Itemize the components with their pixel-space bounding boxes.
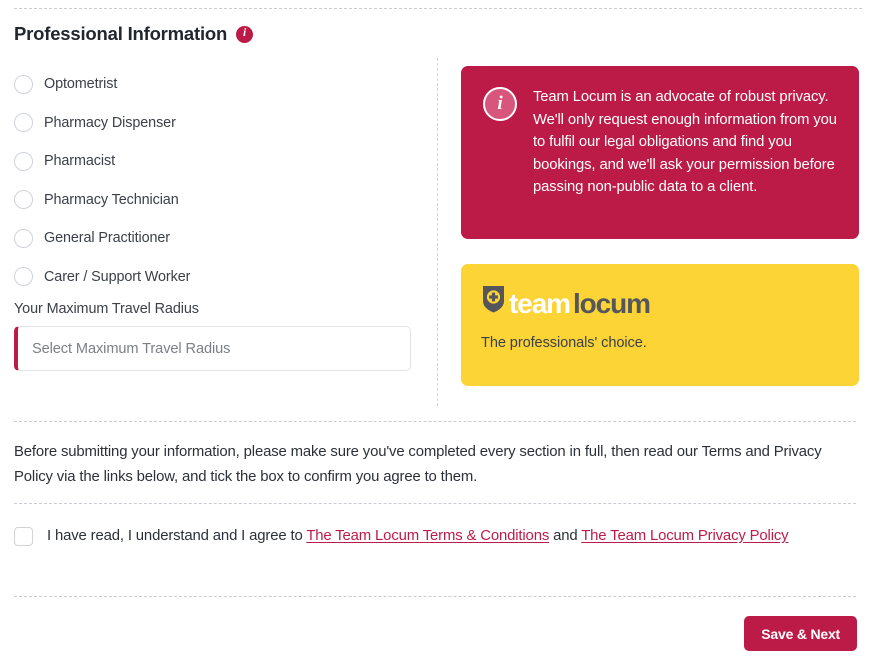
page-title: Professional Information xyxy=(14,23,227,45)
info-icon: i xyxy=(483,87,517,121)
agreement-prefix: I have read, I understand and I agree to xyxy=(47,528,306,544)
radio-circle-icon[interactable] xyxy=(14,113,33,132)
privacy-policy-link[interactable]: The Team Locum Privacy Policy xyxy=(581,528,788,544)
radio-circle-icon[interactable] xyxy=(14,152,33,171)
submission-instructions: Before submitting your information, plea… xyxy=(14,440,852,489)
profession-radio-group: Optometrist Pharmacy Dispenser Pharmacis… xyxy=(14,65,424,296)
brand-tagline: The professionals' choice. xyxy=(481,335,859,351)
travel-radius-placeholder: Select Maximum Travel Radius xyxy=(32,341,230,357)
radio-option-pharmacist[interactable]: Pharmacist xyxy=(14,142,424,181)
brand-logo: teamlocum xyxy=(481,284,859,318)
agreement-row: I have read, I understand and I agree to… xyxy=(14,524,856,548)
radio-option-optometrist[interactable]: Optometrist xyxy=(14,65,424,104)
divider-footer xyxy=(14,596,856,597)
radio-circle-icon[interactable] xyxy=(14,75,33,94)
radio-label: General Practitioner xyxy=(44,230,170,246)
brand-card: teamlocum The professionals' choice. xyxy=(461,264,859,386)
radio-circle-icon[interactable] xyxy=(14,190,33,209)
radio-circle-icon[interactable] xyxy=(14,229,33,248)
brand-name-locum: locum xyxy=(573,290,650,318)
agreement-text: I have read, I understand and I agree to… xyxy=(47,524,788,548)
radio-label: Pharmacy Dispenser xyxy=(44,115,176,131)
radio-option-pharmacy-dispenser[interactable]: Pharmacy Dispenser xyxy=(14,104,424,143)
divider-top xyxy=(14,8,862,9)
radio-circle-icon[interactable] xyxy=(14,267,33,286)
radio-label: Carer / Support Worker xyxy=(44,269,190,285)
radio-option-pharmacy-technician[interactable]: Pharmacy Technician xyxy=(14,181,424,220)
privacy-notice-card: i Team Locum is an advocate of robust pr… xyxy=(461,66,859,239)
professional-information-page: Professional Information i Optometrist P… xyxy=(0,0,870,660)
divider-terms xyxy=(14,503,856,504)
travel-radius-select[interactable]: Select Maximum Travel Radius xyxy=(14,326,411,371)
agreement-checkbox[interactable] xyxy=(14,527,33,546)
radio-option-general-practitioner[interactable]: General Practitioner xyxy=(14,219,424,258)
divider-middle xyxy=(14,421,856,422)
radio-option-carer-support-worker[interactable]: Carer / Support Worker xyxy=(14,258,424,297)
radio-label: Pharmacy Technician xyxy=(44,192,179,208)
brand-name-team: team xyxy=(509,290,570,318)
divider-vertical xyxy=(437,58,438,406)
save-and-next-button[interactable]: Save & Next xyxy=(744,616,857,651)
privacy-notice-text: Team Locum is an advocate of robust priv… xyxy=(533,85,839,239)
travel-radius-label: Your Maximum Travel Radius xyxy=(14,301,411,317)
agreement-conjunction: and xyxy=(549,528,581,544)
terms-conditions-link[interactable]: The Team Locum Terms & Conditions xyxy=(306,528,549,544)
section-header: Professional Information i xyxy=(14,23,253,45)
info-icon[interactable]: i xyxy=(236,26,253,43)
radio-label: Optometrist xyxy=(44,76,117,92)
radio-label: Pharmacist xyxy=(44,153,115,169)
travel-radius-field: Your Maximum Travel Radius Select Maximu… xyxy=(14,301,411,371)
shield-medical-icon xyxy=(481,284,506,314)
